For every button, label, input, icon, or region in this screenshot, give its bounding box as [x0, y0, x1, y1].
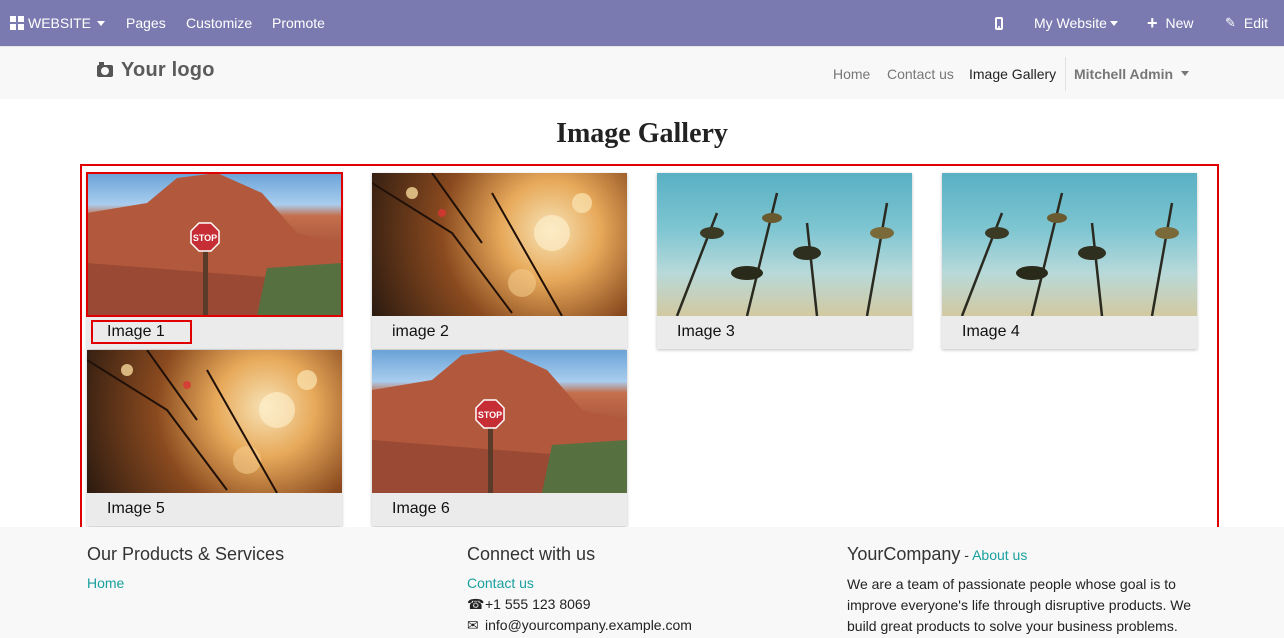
camera-icon: [97, 61, 113, 77]
edit-button[interactable]: ✎ Edit: [1225, 0, 1268, 46]
admin-topbar: WEBSITE Pages Customize Promote My Websi…: [0, 0, 1284, 46]
gallery-image[interactable]: [942, 173, 1197, 316]
footer-contact-link[interactable]: Contact us: [467, 575, 534, 591]
new-button[interactable]: + New: [1147, 0, 1194, 46]
gallery-card[interactable]: Image 4: [942, 173, 1197, 349]
user-menu[interactable]: Mitchell Admin: [1074, 47, 1190, 100]
gallery-caption: image 2: [392, 323, 449, 340]
mobile-phone-icon: [995, 16, 1003, 30]
gallery-image[interactable]: STOP: [86, 172, 343, 317]
site-logo[interactable]: Your logo: [97, 59, 215, 82]
logo-text: Your logo: [121, 59, 215, 81]
footer-company-title: YourCompany - About us: [847, 544, 1027, 565]
caption-highlight-box: [91, 320, 192, 344]
footer-home-link[interactable]: Home: [87, 575, 124, 591]
svg-text:STOP: STOP: [478, 410, 502, 420]
site-header: Your logo Home Contact us Image Gallery …: [0, 46, 1284, 99]
leaves-sky-image: [675, 192, 894, 316]
apps-grid-icon: [10, 16, 24, 30]
canyon-stop-sign-image: STOP: [87, 173, 342, 316]
promote-menu[interactable]: Promote: [272, 0, 325, 46]
gallery-image[interactable]: STOP: [372, 350, 627, 493]
nav-image-gallery[interactable]: Image Gallery: [969, 47, 1056, 100]
nav-divider: [1065, 57, 1066, 91]
gallery-image[interactable]: [372, 173, 627, 316]
footer-email: ✉ info@yourcompany.example.com: [467, 617, 692, 634]
gallery-caption: Image 5: [107, 500, 165, 517]
caret-down-icon: [1181, 71, 1190, 76]
pages-menu[interactable]: Pages: [126, 0, 166, 46]
footer-company-name: YourCompany: [847, 544, 961, 564]
website-menu-label: WEBSITE: [28, 15, 92, 31]
gallery-card[interactable]: Image 3: [657, 173, 912, 349]
website-menu[interactable]: WEBSITE: [10, 0, 106, 46]
envelope-icon: ✉: [467, 617, 479, 633]
pencil-icon: ✎: [1225, 15, 1236, 30]
gallery-caption: Image 3: [677, 323, 735, 340]
footer-connect-title: Connect with us: [467, 544, 596, 564]
mobile-preview-button[interactable]: [995, 0, 1003, 46]
leaves-sky-image: [960, 192, 1179, 316]
gallery-image[interactable]: [657, 173, 912, 316]
edit-label: Edit: [1243, 15, 1269, 31]
footer-phone-text: +1 555 123 8069: [485, 596, 591, 612]
gallery-card[interactable]: STOP Image 6: [372, 350, 627, 526]
footer-products-title: Our Products & Services: [87, 544, 285, 564]
gallery-card[interactable]: image 2: [372, 173, 627, 349]
svg-text:STOP: STOP: [193, 233, 217, 243]
footer-company-separator: -: [960, 547, 973, 563]
nav-home[interactable]: Home: [833, 47, 870, 100]
customize-menu[interactable]: Customize: [186, 0, 252, 46]
gallery-card[interactable]: Image 5: [87, 350, 342, 526]
footer-email-text: info@yourcompany.example.com: [485, 617, 692, 633]
canyon-stop-sign-image: STOP: [372, 350, 627, 493]
gallery-caption: Image 6: [392, 500, 450, 517]
gallery-image[interactable]: [87, 350, 342, 493]
phone-icon: ☎: [467, 596, 485, 612]
new-label: New: [1165, 15, 1194, 31]
gallery-caption: Image 4: [962, 323, 1020, 340]
caret-down-icon: [1109, 20, 1118, 26]
caret-down-icon: [97, 20, 106, 26]
footer-about-text: We are a team of passionate people whose…: [847, 576, 1192, 634]
footer-phone: ☎+1 555 123 8069: [467, 596, 591, 613]
user-name: Mitchell Admin: [1074, 65, 1174, 82]
nav-contact-us[interactable]: Contact us: [887, 47, 954, 100]
footer-about-link[interactable]: About us: [972, 547, 1027, 563]
bokeh-branches-image: [372, 173, 592, 316]
my-website-label: My Website: [1034, 15, 1107, 31]
plus-icon: +: [1147, 13, 1158, 33]
my-website-menu[interactable]: My Website: [1034, 0, 1118, 46]
bokeh-branches-image: [87, 350, 317, 493]
page-title: Image Gallery: [556, 118, 728, 149]
